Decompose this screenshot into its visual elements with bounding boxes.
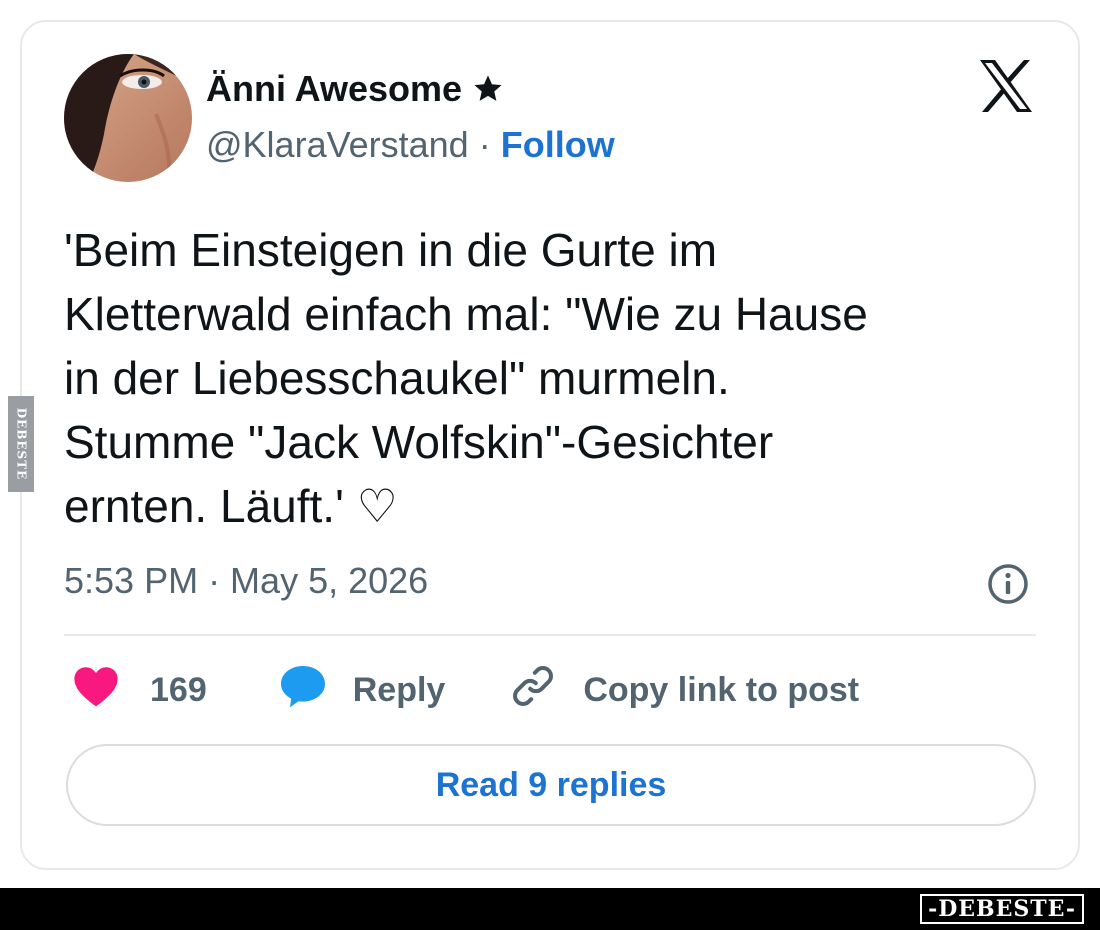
watermark-logo: -DEBESTE- <box>920 894 1084 924</box>
reply-label: Reply <box>352 670 446 709</box>
heart-icon <box>72 664 120 717</box>
like-button[interactable]: 169 <box>72 664 207 717</box>
avatar[interactable] <box>64 54 192 182</box>
timestamp[interactable]: 5:53 PM · May 5, 2026 <box>64 560 428 602</box>
follow-link[interactable]: Follow <box>501 124 615 165</box>
info-icon[interactable] <box>986 562 1030 606</box>
read-replies-button[interactable]: Read 9 replies <box>66 744 1036 826</box>
avatar-image <box>64 54 192 182</box>
x-logo-icon[interactable] <box>978 58 1034 114</box>
handle[interactable]: @KlaraVerstand <box>206 124 469 165</box>
tweet-line: Kletterwald einfach mal: "Wie zu Hause <box>64 288 868 340</box>
side-watermark: DEBESTE <box>8 396 34 492</box>
action-bar: 169 Reply Copy link to post <box>72 662 859 718</box>
read-replies-label: Read 9 replies <box>435 765 667 804</box>
copy-link-label: Copy link to post <box>583 670 860 709</box>
like-count: 169 <box>150 670 207 709</box>
tweet-line: ernten. Läuft.' ♡ <box>64 480 398 532</box>
tweet-line: Stumme "Jack Wolfskin"-Gesichter <box>64 416 774 468</box>
display-name[interactable]: Änni Awesome <box>206 68 462 110</box>
side-watermark-text: DEBESTE <box>14 407 28 481</box>
tweet-line: in der Liebesschaukel" murmeln. <box>64 352 730 404</box>
tweet-card: Änni Awesome @KlaraVerstand · Follow 'Be… <box>20 20 1080 870</box>
copy-link-button[interactable]: Copy link to post <box>509 662 859 719</box>
link-icon <box>509 662 557 719</box>
speech-bubble-icon <box>279 663 327 718</box>
tweet-line: 'Beim Einsteigen in die Gurte im <box>64 224 718 276</box>
divider <box>64 634 1036 636</box>
star-icon <box>472 73 504 105</box>
reply-button[interactable]: Reply <box>279 663 446 718</box>
name-row: Änni Awesome <box>206 68 504 110</box>
bottom-bar: -DEBESTE- <box>0 888 1100 930</box>
handle-row: @KlaraVerstand · Follow <box>206 124 615 166</box>
handle-separator: · <box>478 124 491 165</box>
tweet-text: 'Beim Einsteigen in die Gurte im Kletter… <box>64 218 1024 538</box>
